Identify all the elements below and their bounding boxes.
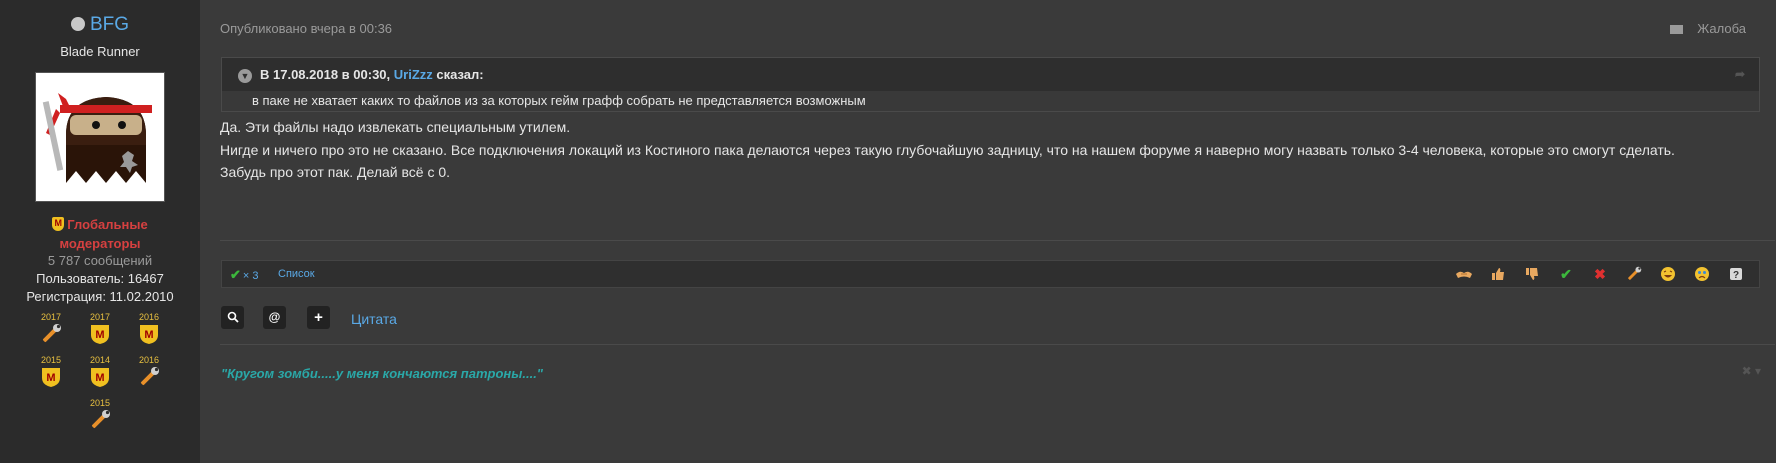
chevron-down-icon: ▾ xyxy=(1754,364,1761,378)
svg-text:M: M xyxy=(95,329,104,341)
reaction-count[interactable]: ✔ × 3 xyxy=(230,267,259,283)
quote-text: в паке не хватает каких то файлов из за … xyxy=(252,93,866,108)
reactions-bar: ✔ × 3 Список ✔ ✖ ? xyxy=(221,260,1760,288)
quote-button[interactable]: Цитата xyxy=(351,311,397,327)
share-arrow-icon[interactable]: ➦ xyxy=(1735,58,1745,91)
search-icon xyxy=(227,311,239,323)
user-group-text[interactable]: Глобальные модераторы xyxy=(59,217,147,251)
report-label[interactable]: Жалоба xyxy=(1697,21,1746,36)
award-badge[interactable]: 2015 M xyxy=(36,355,66,391)
reaction-list-link[interactable]: Список xyxy=(278,268,315,280)
award-year: 2017 xyxy=(89,312,111,322)
ninja-avatar-icon xyxy=(42,93,152,183)
moderator-shield-icon xyxy=(52,217,65,231)
svg-text:M: M xyxy=(46,372,55,384)
report-button[interactable]: Жалоба xyxy=(1670,21,1746,36)
thumbs-down-icon[interactable] xyxy=(1515,264,1549,284)
laugh-icon[interactable] xyxy=(1651,264,1685,284)
check-icon: ✔ xyxy=(230,267,241,282)
award-year: 2015 xyxy=(89,398,111,408)
message-count[interactable]: 5 787 сообщений xyxy=(0,253,200,268)
user-sidebar: BFG Blade Runner Глобальные модераторы 5… xyxy=(0,0,200,463)
award-year: 2014 xyxy=(89,355,111,365)
moderator-shield-icon: M xyxy=(91,368,109,387)
moderator-shield-icon: M xyxy=(42,368,60,387)
divider xyxy=(220,240,1775,241)
avatar[interactable] xyxy=(35,72,165,202)
post-line: Да. Эти файлы надо извлекать специальным… xyxy=(220,119,571,135)
award-year: 2015 xyxy=(40,355,62,365)
wrench-icon xyxy=(140,367,159,386)
post-content: Да. Эти файлы надо извлекать специальным… xyxy=(220,116,1675,184)
search-button[interactable] xyxy=(221,306,244,329)
multiquote-button[interactable]: + xyxy=(307,306,330,329)
wrench-icon xyxy=(42,324,61,343)
user-id: Пользователь: 16467 xyxy=(36,271,164,286)
post-line: Нигде и ничего про это не сказано. Все п… xyxy=(220,141,1675,158)
quote-block: ▼ В 17.08.2018 в 00:30, UriZzz сказал: ➦ … xyxy=(221,57,1760,112)
award-year: 2017 xyxy=(40,312,62,322)
award-year: 2016 xyxy=(138,312,160,322)
close-icon: ✖ xyxy=(1741,364,1752,378)
post-date[interactable]: Опубликовано вчера в 00:36 xyxy=(220,21,392,36)
help-icon[interactable]: ? xyxy=(1719,264,1753,284)
svg-text:M: M xyxy=(95,372,104,384)
registration-date: Регистрация: 11.02.2010 xyxy=(26,289,174,304)
status-dot-icon xyxy=(70,17,85,31)
award-badge[interactable]: 2017 xyxy=(36,312,66,348)
divider xyxy=(220,344,1775,345)
check-icon[interactable]: ✔ xyxy=(1549,264,1583,284)
reaction-count-text[interactable]: × 3 xyxy=(243,270,259,282)
wrench-icon xyxy=(91,410,110,429)
user-signature: "Кругом зомби.....у меня кончаются патро… xyxy=(221,366,543,381)
svg-text:?: ? xyxy=(1733,270,1739,281)
chevron-down-icon[interactable]: ▼ xyxy=(238,68,252,83)
signature-hide-control[interactable]: ✖ ▾ xyxy=(1742,364,1761,378)
username-text[interactable]: BFG xyxy=(90,14,129,35)
handshake-icon[interactable] xyxy=(1447,264,1481,284)
moderator-shield-icon: M xyxy=(91,325,109,344)
at-sign-icon: @ xyxy=(268,310,281,324)
quote-author-link[interactable]: UriZzz xyxy=(394,67,433,82)
cross-icon[interactable]: ✖ xyxy=(1583,264,1617,284)
plus-icon: + xyxy=(314,309,323,326)
envelope-icon xyxy=(1670,25,1684,34)
user-title: Blade Runner xyxy=(60,44,140,59)
award-badge[interactable]: 2016 xyxy=(134,355,164,391)
award-badge[interactable]: 2017 M xyxy=(85,312,115,348)
post-line: Забудь про этот пак. Делай всё с 0. xyxy=(220,164,451,180)
quote-header: ▼ В 17.08.2018 в 00:30, UriZzz сказал: ➦ xyxy=(222,58,1759,91)
award-badge[interactable]: 2015 xyxy=(85,398,115,434)
user-group[interactable]: Глобальные модераторы xyxy=(40,215,160,253)
quote-citation-suffix: сказал: xyxy=(432,67,484,82)
svg-text:M: M xyxy=(144,329,153,341)
moderator-shield-icon: M xyxy=(140,325,158,344)
wrench-icon[interactable] xyxy=(1617,264,1651,284)
thumbs-up-icon[interactable] xyxy=(1481,264,1515,284)
cry-icon[interactable] xyxy=(1685,264,1719,284)
award-year: 2016 xyxy=(138,355,160,365)
award-badge[interactable]: 2014 M xyxy=(85,355,115,391)
quote-citation-prefix: В 17.08.2018 в 00:30, xyxy=(260,67,394,82)
reaction-buttons: ✔ ✖ ? xyxy=(1447,264,1753,284)
mention-button[interactable]: @ xyxy=(263,306,286,329)
award-badge[interactable]: 2016 M xyxy=(134,312,164,348)
username[interactable]: BFG xyxy=(0,14,200,36)
